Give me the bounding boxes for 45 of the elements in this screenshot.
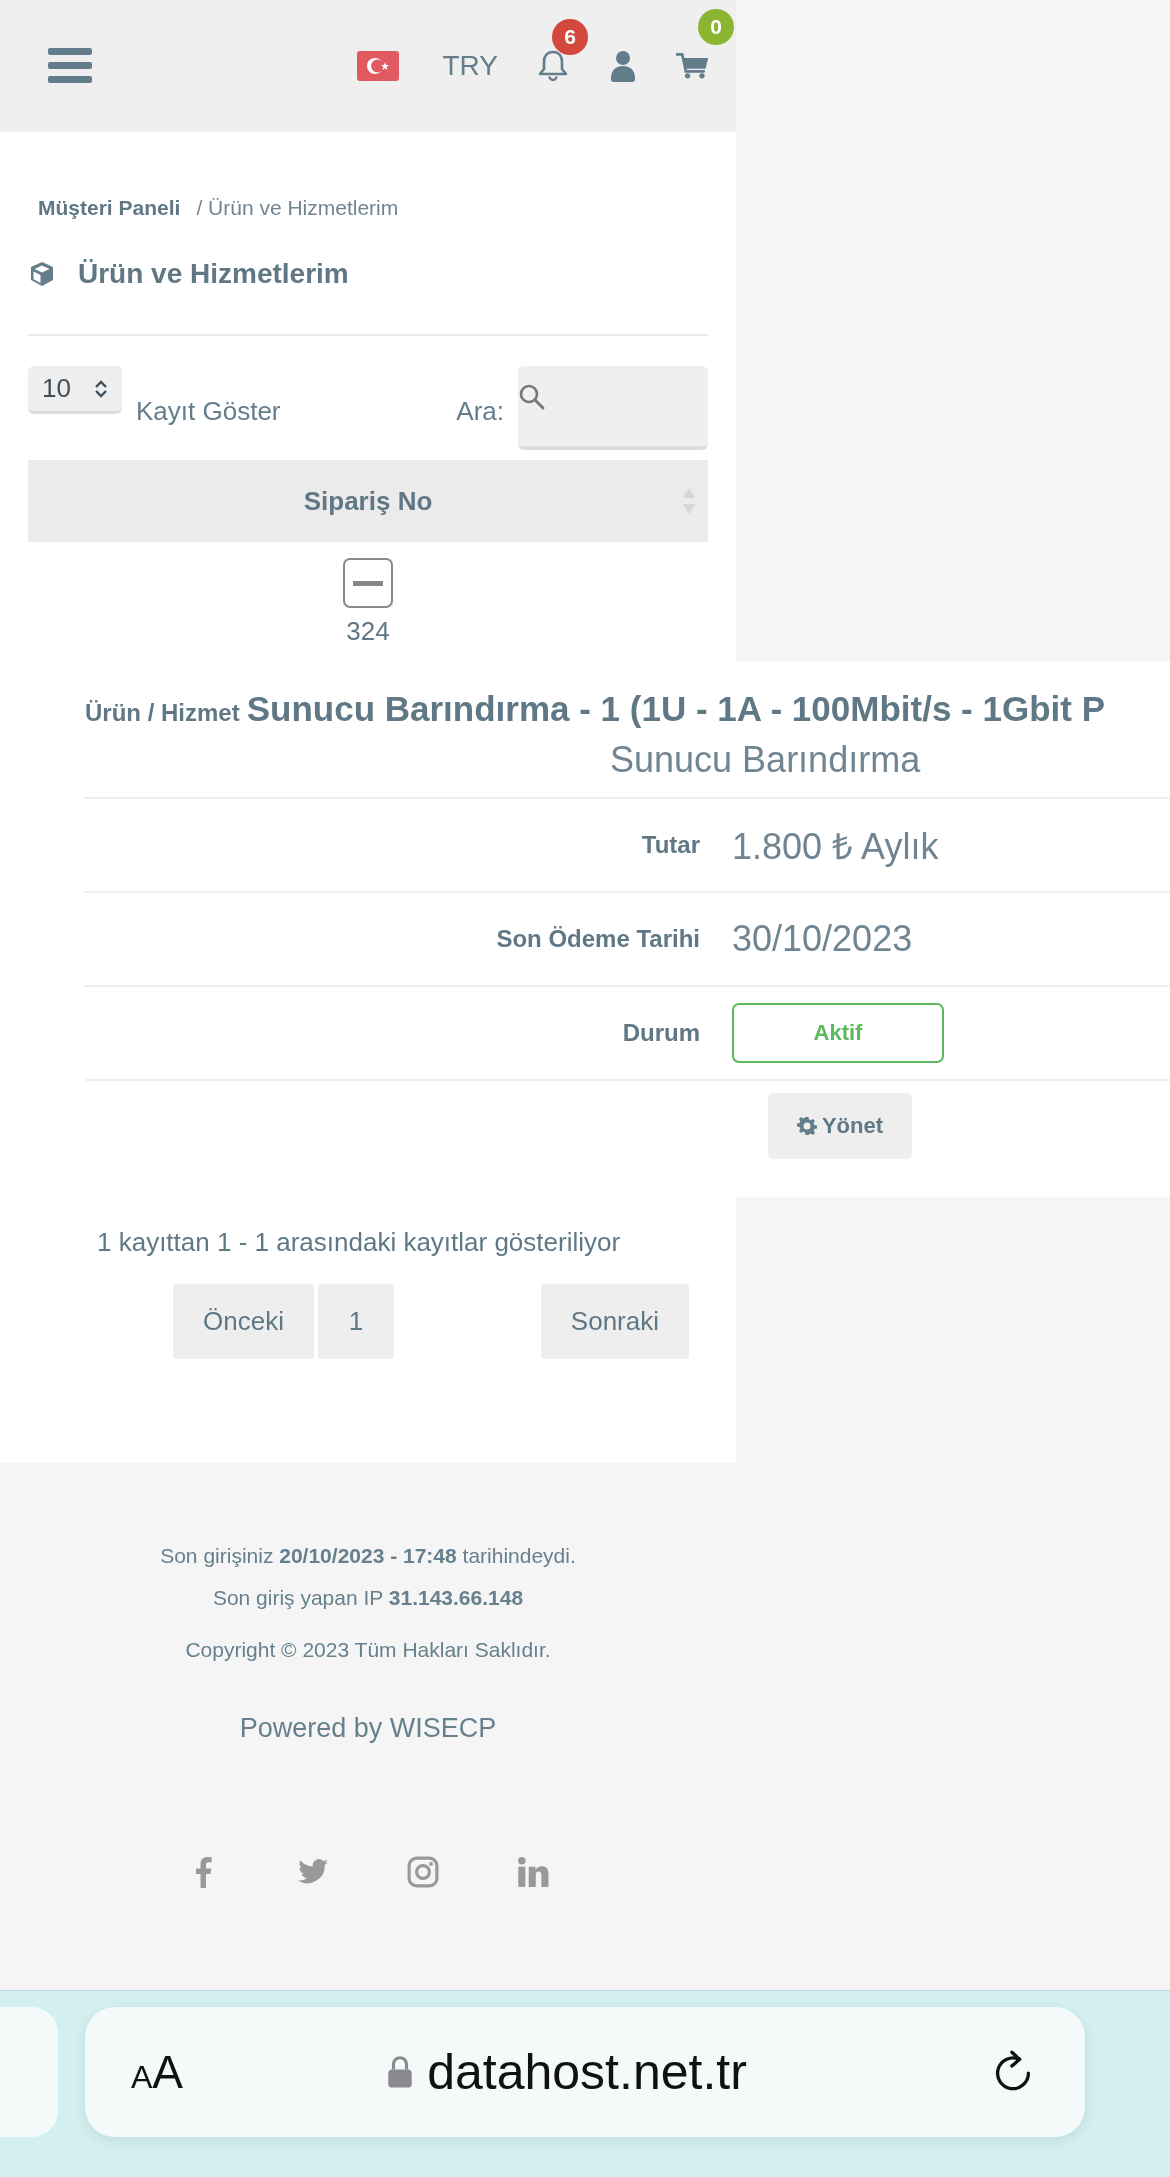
last-ip-text: Son giriş yapan IP 31.143.66.148 — [212, 1585, 524, 1611]
url-text: datahost.net.tr — [427, 2043, 747, 2101]
page-button[interactable]: 1 — [317, 1284, 394, 1359]
status-badge: Aktif — [732, 1003, 944, 1063]
notification-badge: 6 — [552, 19, 588, 55]
currency-selector[interactable]: TRY — [442, 50, 498, 82]
column-header[interactable]: Sipariş No — [28, 460, 708, 542]
search-icon — [518, 383, 546, 411]
page-title: Ürün ve Hizmetlerim — [78, 258, 349, 290]
field-label: Son Ödeme Tarihi — [495, 925, 700, 953]
page-size-select[interactable]: 10 — [28, 366, 122, 414]
flag-icon[interactable] — [356, 51, 399, 81]
manage-button[interactable]: Yönet — [768, 1093, 912, 1159]
user-icon[interactable] — [610, 50, 636, 82]
lock-icon — [387, 2055, 414, 2089]
cube-icon — [28, 260, 56, 288]
row-toggle-button[interactable] — [343, 558, 393, 608]
field-value: 1.800 ₺ Aylık — [732, 824, 939, 869]
address-bar[interactable]: AA datahost.net.tr — [85, 2007, 1085, 2137]
product-name: Sunucu Barındırma - 1 (1U - 1A - 100Mbit/s - 1Gbit P — [246, 689, 1105, 729]
last-login-text: Son girişiniz 20/10/2023 - 17:48 tarihindeydi. — [160, 1543, 576, 1569]
menu-icon[interactable] — [48, 48, 92, 84]
table-info: 1 kayıttan 1 - 1 arasındaki kayıtlar gösteriliyor — [96, 1227, 622, 1258]
product-label: Ürün / Hizmet — [85, 699, 240, 727]
linkedin-icon[interactable] — [517, 1856, 549, 1888]
copyright-text: Copyright © 2023 Tüm Hakları Saklıdır. — [185, 1637, 551, 1663]
instagram-icon[interactable] — [407, 1856, 439, 1888]
bell-icon[interactable] — [536, 49, 570, 83]
field-value: 30/10/2023 — [732, 918, 913, 960]
cart-badge: 0 — [698, 9, 734, 45]
search-field[interactable] — [518, 366, 708, 450]
breadcrumb-link[interactable]: Müşteri Paneli — [38, 196, 181, 220]
next-button[interactable]: Sonraki — [540, 1284, 689, 1359]
order-number: 324 — [346, 616, 390, 647]
breadcrumb-current: / Ürün ve Hizmetlerim — [196, 196, 399, 220]
product-category: Sunucu Barındırma — [85, 739, 1170, 799]
previous-button[interactable]: Önceki — [173, 1284, 314, 1359]
page-size-label: Kayıt Göster — [136, 396, 281, 427]
field-label: Tutar — [640, 831, 700, 859]
powered-by-text: Powered by WISECP — [239, 1713, 497, 1744]
search-label: Ara: — [456, 396, 504, 427]
minus-icon — [353, 580, 383, 586]
field-label: Durum — [621, 1019, 700, 1047]
text-size-button[interactable]: AA — [131, 2045, 184, 2099]
gear-icon — [796, 1116, 817, 1136]
